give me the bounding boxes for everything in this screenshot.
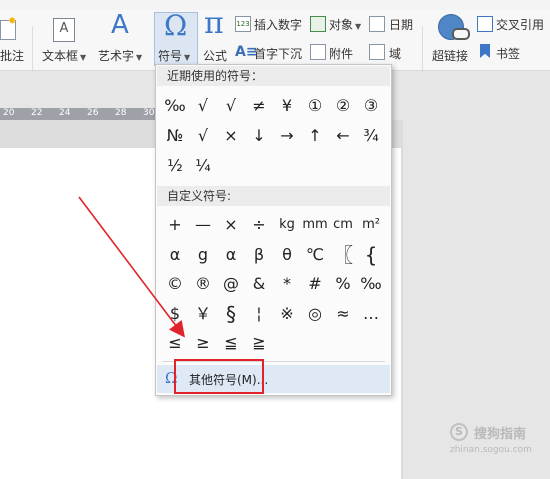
annotation-arrow (78, 196, 185, 338)
arrow-line (78, 196, 185, 338)
watermark-brand: 搜狗指南 (474, 427, 527, 442)
watermark-url: zhinan.sogou.com (450, 445, 532, 455)
sogou-logo-icon: S (450, 423, 468, 441)
